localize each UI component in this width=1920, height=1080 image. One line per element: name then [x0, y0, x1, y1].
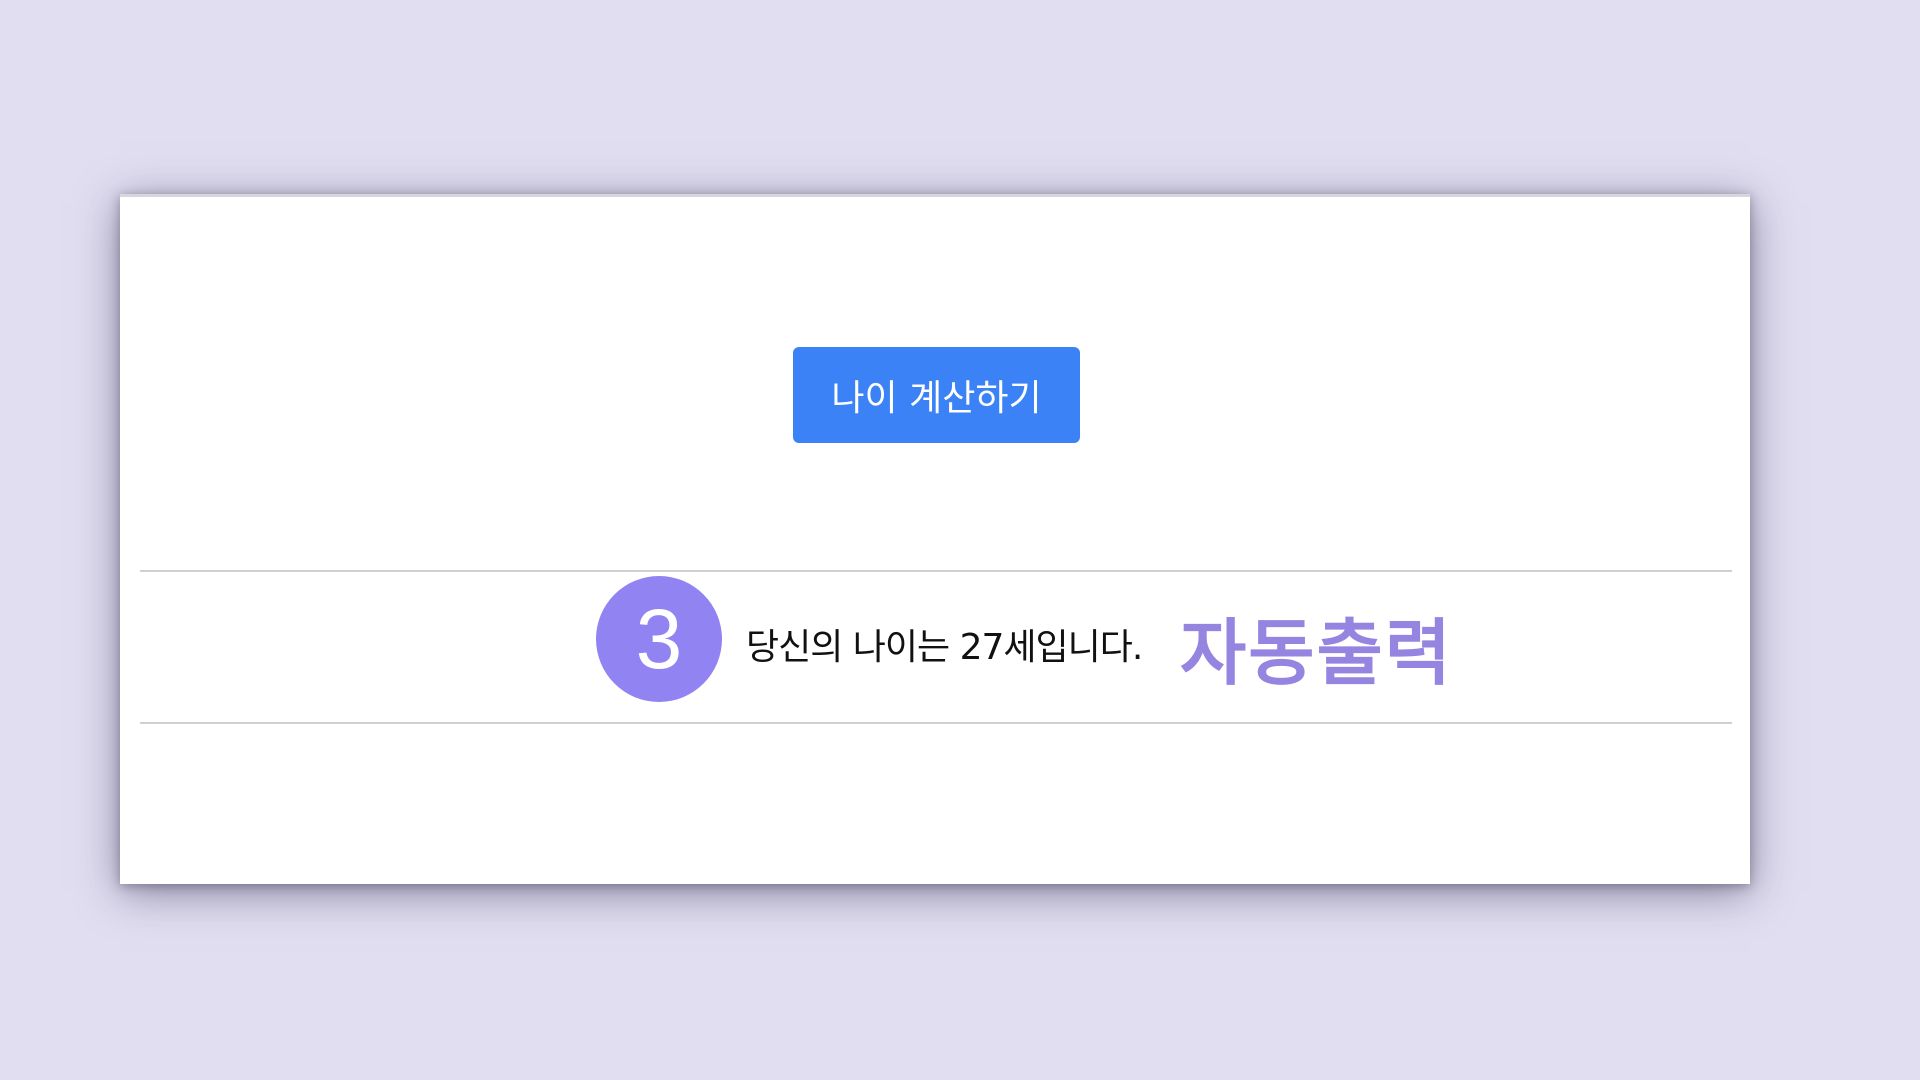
step-number-badge: 3	[596, 576, 722, 702]
calculate-age-button[interactable]: 나이 계산하기	[793, 347, 1080, 443]
content-card: 나이 계산하기 3 당신의 나이는 27세입니다. 자동출력	[120, 194, 1750, 884]
card-top-edge	[120, 194, 1750, 197]
result-row: 3 당신의 나이는 27세입니다. 자동출력	[140, 570, 1732, 724]
age-result-text: 당신의 나이는 27세입니다.	[746, 627, 1143, 668]
auto-output-annotation: 자동출력	[1180, 611, 1453, 695]
